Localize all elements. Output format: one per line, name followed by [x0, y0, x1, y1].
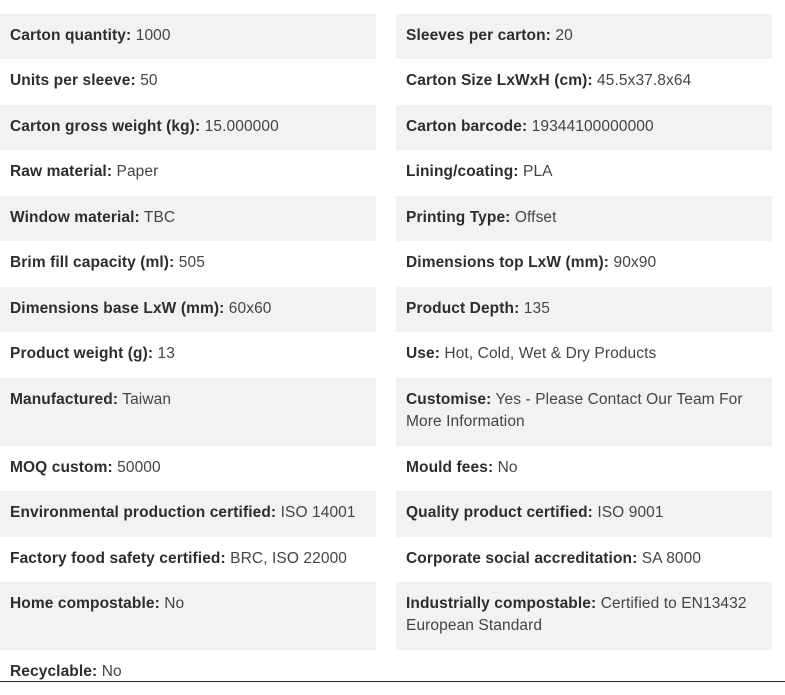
spec-label: Printing Type: [406, 209, 511, 226]
spec-label: Dimensions base LxW (mm): [10, 300, 225, 317]
spec-cell-customise: Customise: Yes - Please Contact Our Team… [396, 378, 772, 446]
spec-row: Units per sleeve: 50 Carton Size LxWxH (… [0, 59, 785, 105]
spec-label: Manufactured: [10, 391, 119, 408]
spec-cell-industrially-compostable: Industrially compostable: Certified to E… [396, 582, 772, 650]
spec-value: 19344100000000 [531, 118, 654, 135]
spec-row: Carton gross weight (kg): 15.000000 Cart… [0, 105, 785, 150]
spec-label: Recyclable: [10, 663, 98, 680]
spec-row: Brim fill capacity (ml): 505 Dimensions … [0, 241, 785, 287]
spec-row: Environmental production certified: ISO … [0, 491, 785, 537]
spec-cell-brim-fill-capacity: Brim fill capacity (ml): 505 [0, 241, 376, 287]
spec-value: 15.000000 [204, 118, 279, 135]
spec-row: Home compostable: No Industrially compos… [0, 582, 785, 650]
spec-cell-recyclable: Recyclable: No [0, 650, 376, 695]
spec-cell-use: Use: Hot, Cold, Wet & Dry Products [396, 332, 772, 378]
spec-value: 13 [157, 345, 175, 362]
spec-value: No [164, 595, 185, 612]
spec-value: PLA [523, 163, 553, 180]
spec-row: Dimensions base LxW (mm): 60x60 Product … [0, 287, 785, 332]
spec-value: Paper [116, 163, 159, 180]
spec-value: 505 [178, 254, 205, 271]
spec-row: Window material: TBC Printing Type: Offs… [0, 196, 785, 241]
spec-cell-quality-product: Quality product certified: ISO 9001 [396, 491, 772, 537]
spec-label: Brim fill capacity (ml): [10, 254, 175, 271]
spec-label: Factory food safety certified: [10, 550, 226, 567]
spec-value: ISO 9001 [597, 504, 664, 521]
spec-label: Carton barcode: [406, 118, 528, 135]
spec-cell-carton-quantity: Carton quantity: 1000 [0, 14, 376, 59]
spec-cell-mould-fees: Mould fees: No [396, 446, 772, 491]
spec-value: Offset [514, 209, 557, 226]
spec-label: Industrially compostable: [406, 595, 597, 612]
spec-cell-factory-food-safety: Factory food safety certified: BRC, ISO … [0, 537, 376, 582]
spec-cell-dimensions-top: Dimensions top LxW (mm): 90x90 [396, 241, 772, 287]
spec-value: 60x60 [228, 300, 272, 317]
spec-value: 50 [140, 72, 158, 89]
spec-cell-carton-size: Carton Size LxWxH (cm): 45.5x37.8x64 [396, 59, 772, 105]
spec-row: Raw material: Paper Lining/coating: PLA [0, 150, 785, 196]
spec-cell-units-per-sleeve: Units per sleeve: 50 [0, 59, 376, 105]
spec-value: BRC, ISO 22000 [230, 550, 348, 567]
spec-label: Mould fees: [406, 459, 494, 476]
spec-row: Manufactured: Taiwan Customise: Yes - Pl… [0, 378, 785, 446]
spec-label: Product weight (g): [10, 345, 154, 362]
spec-value: 50000 [117, 459, 161, 476]
spec-label: Raw material: [10, 163, 113, 180]
spec-cell-dimensions-base: Dimensions base LxW (mm): 60x60 [0, 287, 376, 332]
product-specification-grid: Carton quantity: 1000 Sleeves per carton… [0, 14, 785, 695]
spec-label: Home compostable: [10, 595, 160, 612]
spec-cell-carton-gross-weight: Carton gross weight (kg): 15.000000 [0, 105, 376, 150]
spec-cell-manufactured: Manufactured: Taiwan [0, 378, 376, 446]
spec-label: MOQ custom: [10, 459, 113, 476]
spec-row: Recyclable: No [0, 650, 785, 695]
spec-value: 1000 [135, 27, 171, 44]
spec-label: Quality product certified: [406, 504, 593, 521]
spec-value: Taiwan [122, 391, 172, 408]
spec-cell-printing-type: Printing Type: Offset [396, 196, 772, 241]
spec-label: Corporate social accreditation: [406, 550, 638, 567]
spec-cell-sleeves-per-carton: Sleeves per carton: 20 [396, 14, 772, 59]
spec-cell-raw-material: Raw material: Paper [0, 150, 376, 196]
spec-value: 45.5x37.8x64 [597, 72, 692, 89]
spec-cell-lining-coating: Lining/coating: PLA [396, 150, 772, 196]
spec-row: Product weight (g): 13 Use: Hot, Cold, W… [0, 332, 785, 378]
spec-label: Environmental production certified: [10, 504, 277, 521]
spec-label: Use: [406, 345, 440, 362]
spec-cell-carton-barcode: Carton barcode: 19344100000000 [396, 105, 772, 150]
spec-value: TBC [143, 209, 176, 226]
spec-value: No [101, 663, 122, 680]
spec-row: Factory food safety certified: BRC, ISO … [0, 537, 785, 582]
spec-label: Sleeves per carton: [406, 27, 551, 44]
spec-cell-window-material: Window material: TBC [0, 196, 376, 241]
spec-label: Product Depth: [406, 300, 520, 317]
spec-label: Carton Size LxWxH (cm): [406, 72, 593, 89]
spec-label: Carton gross weight (kg): [10, 118, 201, 135]
spec-cell-empty [396, 650, 772, 695]
spec-label: Units per sleeve: [10, 72, 136, 89]
spec-label: Lining/coating: [406, 163, 519, 180]
spec-value: 135 [523, 300, 550, 317]
spec-cell-moq-custom: MOQ custom: 50000 [0, 446, 376, 491]
spec-row: MOQ custom: 50000 Mould fees: No [0, 446, 785, 491]
spec-value: ISO 14001 [280, 504, 356, 521]
spec-value: 20 [555, 27, 573, 44]
spec-cell-product-depth: Product Depth: 135 [396, 287, 772, 332]
spec-label: Carton quantity: [10, 27, 132, 44]
spec-value: SA 8000 [641, 550, 702, 567]
spec-label: Dimensions top LxW (mm): [406, 254, 610, 271]
spec-value: No [497, 459, 518, 476]
spec-value: Hot, Cold, Wet & Dry Products [444, 345, 657, 362]
spec-cell-environmental-production: Environmental production certified: ISO … [0, 491, 376, 537]
spec-cell-home-compostable: Home compostable: No [0, 582, 376, 650]
spec-value: 90x90 [613, 254, 657, 271]
spec-label: Window material: [10, 209, 140, 226]
spec-cell-corporate-social: Corporate social accreditation: SA 8000 [396, 537, 772, 582]
spec-label: Customise: [406, 391, 492, 408]
spec-cell-product-weight: Product weight (g): 13 [0, 332, 376, 378]
spec-row: Carton quantity: 1000 Sleeves per carton… [0, 14, 785, 59]
